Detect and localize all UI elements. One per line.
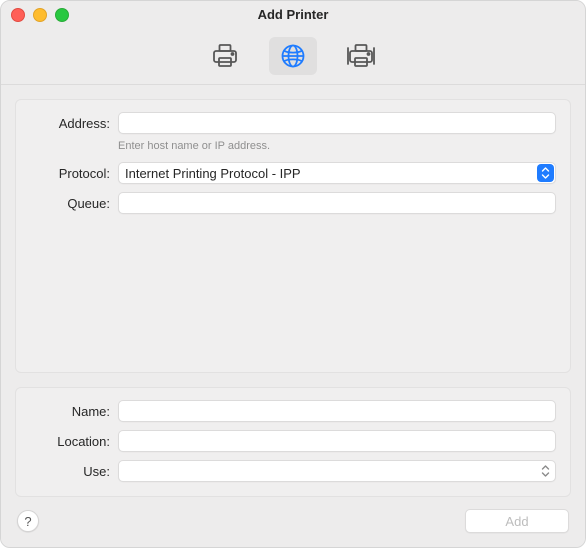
- name-input[interactable]: [118, 400, 556, 422]
- network-printer-icon: [346, 43, 376, 69]
- window-title: Add Printer: [1, 7, 585, 22]
- toolbar: [1, 28, 585, 85]
- tab-windows[interactable]: [337, 37, 385, 75]
- queue-label: Queue:: [30, 196, 118, 211]
- connection-panel: Address: Enter host name or IP address. …: [15, 99, 571, 373]
- queue-input[interactable]: [118, 192, 556, 214]
- close-window-button[interactable]: [11, 8, 25, 22]
- help-button[interactable]: ?: [17, 510, 39, 532]
- location-input[interactable]: [118, 430, 556, 452]
- add-button-label: Add: [505, 514, 528, 529]
- protocol-value: Internet Printing Protocol - IPP: [125, 166, 531, 181]
- dialog-body: Address: Enter host name or IP address. …: [1, 85, 585, 497]
- details-panel: Name: Location: Use:: [15, 387, 571, 497]
- name-label: Name:: [30, 404, 118, 419]
- add-button[interactable]: Add: [465, 509, 569, 533]
- updown-stepper-icon: [537, 462, 554, 480]
- printer-icon: [211, 43, 239, 69]
- address-input[interactable]: [118, 112, 556, 134]
- footer: ? Add: [1, 497, 585, 547]
- use-label: Use:: [30, 464, 118, 479]
- location-label: Location:: [30, 434, 118, 449]
- add-printer-window: Add Printer: [0, 0, 586, 548]
- zoom-window-button[interactable]: [55, 8, 69, 22]
- tab-segmented-control: [201, 37, 385, 75]
- globe-icon: [280, 43, 306, 69]
- help-icon: ?: [24, 514, 31, 529]
- updown-stepper-icon: [537, 164, 554, 182]
- address-label: Address:: [30, 116, 118, 131]
- protocol-select[interactable]: Internet Printing Protocol - IPP: [118, 162, 556, 184]
- traffic-lights: [1, 8, 69, 22]
- use-select[interactable]: [118, 460, 556, 482]
- titlebar: Add Printer: [1, 1, 585, 28]
- protocol-label: Protocol:: [30, 166, 118, 181]
- tab-ip[interactable]: [269, 37, 317, 75]
- minimize-window-button[interactable]: [33, 8, 47, 22]
- address-hint: Enter host name or IP address.: [118, 140, 270, 152]
- tab-default[interactable]: [201, 37, 249, 75]
